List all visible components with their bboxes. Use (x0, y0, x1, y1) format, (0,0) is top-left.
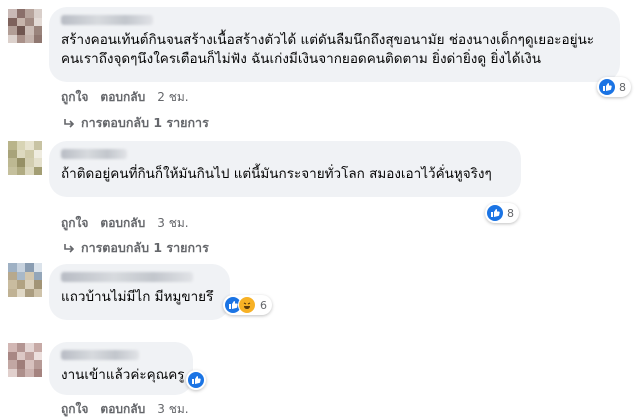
reply-button[interactable]: ตอบกลับ (100, 400, 145, 419)
comment-text-line: ถ้าติดอยู่คนที่กินก็ให้มันกินไป แต่นี้มั… (61, 166, 492, 182)
reaction-summary[interactable]: 8 (485, 203, 519, 223)
avatar[interactable] (8, 141, 42, 175)
commenter-name-redacted[interactable] (61, 15, 153, 25)
reply-button[interactable]: ตอบกลับ (100, 214, 145, 233)
timestamp[interactable]: 3 ชม. (157, 400, 188, 419)
comment-text-line: งานเข้าแล้วค่ะคุณครู (61, 367, 185, 383)
like-button[interactable]: ถูกใจ (61, 88, 88, 107)
commenter-name-redacted[interactable] (61, 272, 193, 282)
replies-count-label: การตอบกลับ 1 รายการ (81, 240, 209, 255)
comment-bubble: สร้างคอนเท้นต์กินจนสร้างเนื้อสร้างตัวได้… (49, 7, 620, 82)
reaction-count: 8 (619, 80, 626, 94)
replies-count-label: การตอบกลับ 1 รายการ (81, 115, 209, 130)
reply-arrow-icon (64, 118, 75, 128)
comment-text-line: สร้างคอนเท้นต์กินจนสร้างเนื้อสร้างตัวได้… (61, 32, 595, 48)
reply-arrow-icon (64, 243, 75, 253)
comment-actions: ถูกใจ ตอบกลับ 3 ชม. (61, 400, 189, 419)
comment-bubble: ถ้าติดอยู่คนที่กินก็ให้มันกินไป แต่นี้มั… (49, 141, 521, 197)
reply-button[interactable]: ตอบกลับ (100, 88, 145, 107)
like-button[interactable]: ถูกใจ (61, 400, 88, 419)
commenter-name-redacted[interactable] (61, 350, 139, 360)
reaction-summary[interactable]: 8 (597, 77, 631, 97)
view-replies-link[interactable]: การตอบกลับ 1 รายการ (63, 238, 209, 258)
reaction-summary[interactable]: 6 (223, 295, 272, 315)
like-icon (487, 205, 503, 221)
timestamp[interactable]: 2 ชม. (157, 88, 188, 107)
view-replies-link[interactable]: การตอบกลับ 1 รายการ (63, 113, 209, 133)
like-button[interactable]: ถูกใจ (61, 214, 88, 233)
like-icon (188, 372, 204, 388)
avatar[interactable] (8, 263, 42, 297)
reaction-summary[interactable] (186, 370, 206, 390)
reaction-count: 6 (260, 298, 267, 312)
commenter-name-redacted[interactable] (61, 149, 127, 159)
haha-icon (238, 296, 256, 314)
comment-actions: ถูกใจ ตอบกลับ 3 ชม. (61, 214, 189, 233)
comment-actions: ถูกใจ ตอบกลับ 2 ชม. (61, 88, 189, 107)
avatar[interactable] (8, 343, 42, 377)
avatar[interactable] (8, 9, 42, 43)
like-icon (599, 79, 615, 95)
comment-text-line: คนเราถึงจุดๆนึงใครเตือนก็ไม่ฟัง ฉันเก่งม… (61, 51, 541, 67)
comment-text-line: แถวบ้านไม่มีไก มีหมูขายรึ (61, 289, 214, 305)
timestamp[interactable]: 3 ชม. (157, 214, 188, 233)
comment-bubble: งานเข้าแล้วค่ะคุณครู (49, 342, 193, 395)
comment-bubble: แถวบ้านไม่มีไก มีหมูขายรึ (49, 264, 230, 320)
reaction-count: 8 (507, 206, 514, 220)
